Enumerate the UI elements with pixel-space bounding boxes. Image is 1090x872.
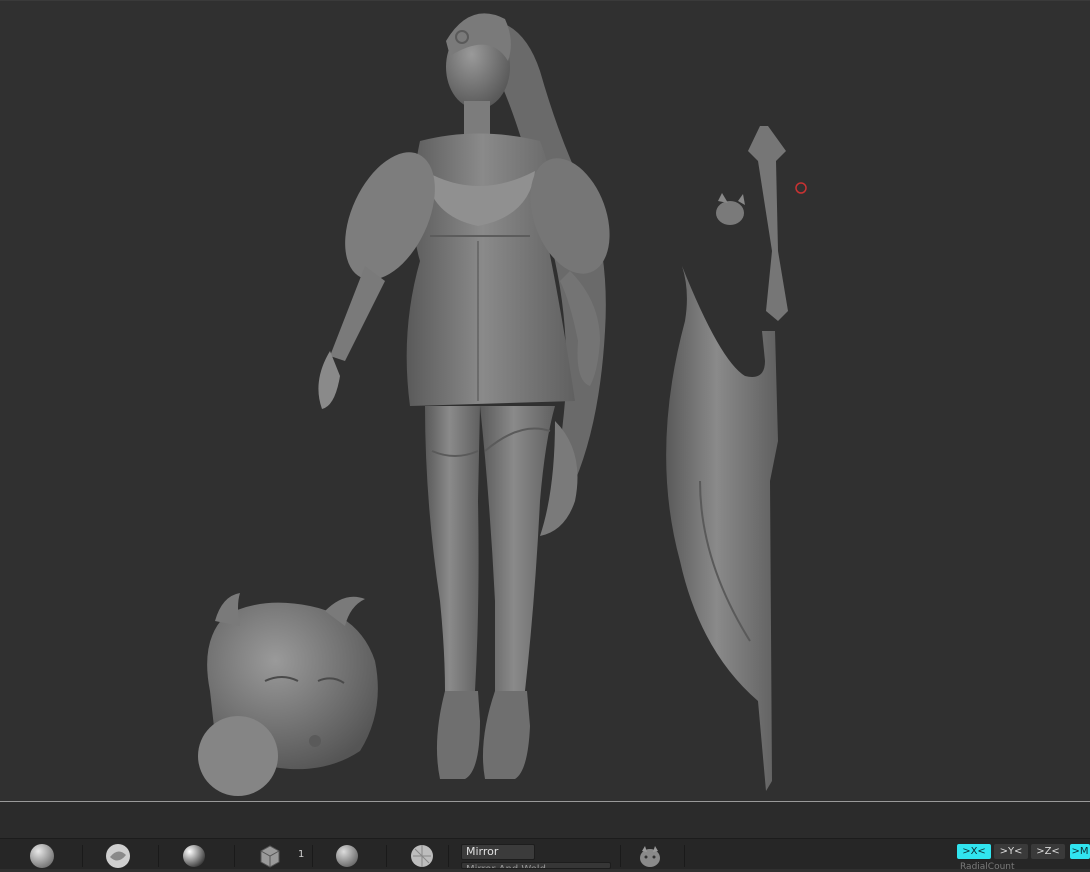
shelf-divider — [158, 845, 159, 867]
shelf-divider — [82, 845, 83, 867]
material-sphere-icon[interactable] — [180, 843, 208, 869]
shelf-divider — [234, 845, 235, 867]
standard-brush-icon[interactable] — [104, 843, 132, 869]
shelf-divider — [448, 845, 449, 867]
mirror-y-axis-button[interactable]: >Y< — [994, 844, 1028, 859]
horned-pet-creature-sculpt[interactable] — [198, 593, 378, 796]
radial-count-label: RadialCount — [960, 862, 1015, 872]
shelf-divider — [312, 845, 313, 867]
shelf-divider — [684, 845, 685, 867]
mirror-button[interactable]: Mirror — [461, 844, 535, 860]
bottom-shelf: 1 Mirror Mirror And Weld >X< >Y< >Z< >M — [0, 838, 1090, 869]
small-creature-head-sculpt[interactable] — [716, 193, 745, 225]
texture-sphere-icon[interactable] — [408, 843, 436, 869]
creature-thumbnail-icon[interactable] — [636, 843, 664, 869]
subtool-count: 1 — [298, 849, 305, 860]
sphere-brush-icon[interactable] — [28, 843, 56, 869]
smooth-sphere-icon[interactable] — [333, 843, 361, 869]
shelf-divider — [620, 845, 621, 867]
mesh-tool-icon[interactable] — [256, 843, 284, 869]
shelf-divider — [386, 845, 387, 867]
mirror-local-axis-button[interactable]: >M — [1070, 844, 1090, 859]
brush-cursor-icon — [795, 182, 807, 194]
sculpt-viewport[interactable] — [0, 0, 1090, 803]
scythe-weapon-sculpt[interactable] — [666, 126, 788, 791]
mirror-z-axis-button[interactable]: >Z< — [1031, 844, 1065, 859]
shelf-spacer — [0, 802, 1090, 838]
mirror-x-axis-button[interactable]: >X< — [957, 844, 991, 859]
viewport-canvas[interactable] — [0, 1, 1090, 803]
